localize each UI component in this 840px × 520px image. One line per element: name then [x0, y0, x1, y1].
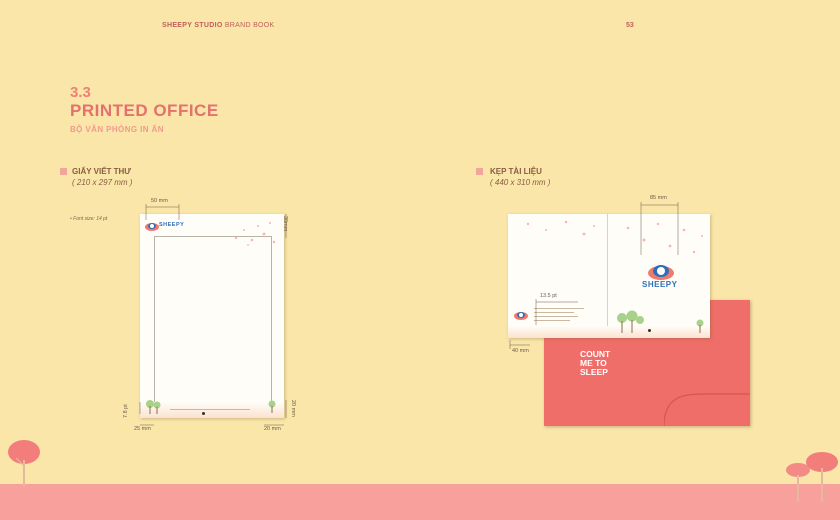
letterhead-bullet: [60, 168, 67, 175]
section-number: 3.3: [70, 84, 91, 101]
folder-pocket-flap: [664, 393, 750, 426]
folder-dimension-lines: [509, 202, 679, 349]
pink-tree-icon: [786, 452, 838, 502]
dim-right-margin: 20 mm: [264, 426, 281, 432]
running-header: SHEEPY STUDIO BRAND BOOK: [162, 22, 275, 29]
dim-contact-text-size: 13.5 pt: [540, 293, 557, 299]
dim-folder-logo: 85 mm: [650, 195, 667, 201]
dim-left-margin: 25 mm: [134, 426, 151, 432]
dim-bottom-margin: 20 mm: [290, 400, 296, 417]
folder-bullet: [476, 168, 483, 175]
dim-folder-left: 40 mm: [512, 348, 529, 354]
letterhead-title: GIẤY VIẾT THƯ: [72, 167, 131, 176]
font-size-note: • Font size: 14 pt: [70, 216, 108, 222]
dim-logo-offset: 50 mm: [151, 198, 168, 204]
section-subtitle: BỘ VĂN PHÒNG IN ẤN: [70, 125, 164, 134]
pink-tree-icon: [8, 440, 40, 486]
brand-name: SHEEPY STUDIO: [162, 22, 223, 29]
slogan-line-3: SLEEP: [580, 367, 608, 377]
page-number: 53: [626, 22, 634, 29]
section-title: PRINTED OFFICE: [70, 101, 219, 120]
folder-size: ( 440 x 310 mm ): [490, 178, 551, 187]
letterhead-dimension-lines: [139, 204, 287, 426]
dim-top-margin: 30mm: [282, 216, 288, 232]
letterhead-size: ( 210 x 297 mm ): [72, 178, 133, 187]
folder-title: KẸP TÀI LIỆU: [490, 167, 542, 176]
dim-footer-text-size: 7.8 pt: [123, 404, 129, 418]
book-name: BRAND BOOK: [224, 22, 275, 29]
ground-strip: [0, 484, 840, 520]
